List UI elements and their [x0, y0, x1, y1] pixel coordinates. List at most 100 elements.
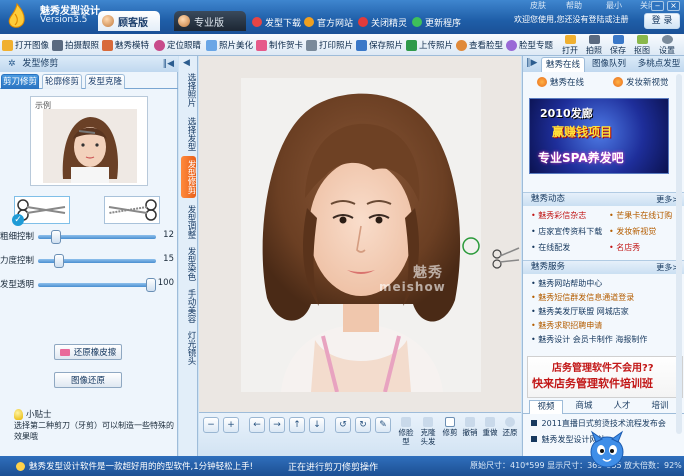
skin-link[interactable]: 皮肤	[530, 0, 546, 11]
redo-button[interactable]: 重做	[479, 417, 501, 437]
subtab-hair-clone[interactable]: 发型克隆	[85, 74, 125, 89]
tab-customer-edition[interactable]: 顾客版	[98, 11, 160, 31]
news-item[interactable]: • 在线配发	[531, 242, 570, 253]
rtab-online[interactable]: 魅秀在线	[541, 57, 585, 72]
close-icon[interactable]: ×	[667, 1, 680, 11]
transparency-slider[interactable]: 发型透明 100	[0, 278, 178, 292]
view-face-shape-button[interactable]: 查看脸型	[456, 37, 503, 53]
vtab-hair-dye[interactable]: 发型染色	[181, 244, 196, 284]
news-item[interactable]: • 魅秀彩信杂志	[531, 210, 586, 221]
vtab-light-lens[interactable]: 灯光镜头	[181, 328, 196, 368]
vtab-select-hairstyle[interactable]: 选择发型	[181, 114, 196, 154]
subtab-bar: 剪刀修剪 轮廓修剪 发型克隆	[0, 73, 178, 89]
news-item[interactable]: • 名店秀	[609, 242, 640, 253]
watermark-cn: 魅秀	[413, 265, 443, 281]
collapse-left-icon[interactable]: ◀	[183, 58, 190, 68]
arrow-right-icon[interactable]: →	[269, 417, 285, 433]
vtab-select-photo[interactable]: 选择照片	[181, 70, 196, 110]
restore-image-button[interactable]: 图像还原	[54, 372, 122, 388]
service-item[interactable]: • 魅秀网站帮助中心	[531, 278, 602, 289]
brush-icon[interactable]: ✎	[375, 417, 391, 433]
help-link[interactable]: 帮助	[566, 0, 582, 11]
zoom-in-icon[interactable]: +	[223, 417, 239, 433]
upload-photo-button[interactable]: 上传照片	[406, 37, 453, 53]
face-tool-icon	[401, 417, 411, 427]
collapse-panel-icon[interactable]: ‖◀	[163, 56, 174, 72]
open-image-button[interactable]: 打开图像	[2, 37, 49, 53]
ad-banner-spa[interactable]: 2010发廊 赢赚钱项目 专业SPA养发吧	[529, 98, 669, 174]
model-button[interactable]: 魅秀模特	[102, 37, 149, 53]
right-scrollbar[interactable]	[676, 74, 682, 434]
btab-talent[interactable]: 人才	[605, 400, 639, 414]
btab-mall[interactable]: 商城	[567, 400, 601, 414]
reset-button[interactable]: 还原	[499, 417, 521, 437]
minimize-button[interactable]: ‒	[651, 1, 664, 11]
link-official-site[interactable]: 官方网站	[304, 14, 353, 30]
face-topic-button[interactable]: 脸型专题	[506, 37, 553, 53]
restore-eraser-label: 还原橡皮擦	[73, 348, 117, 358]
btab-training[interactable]: 培训	[643, 400, 677, 414]
ad2-line-1: 店务管理软件不会用??	[552, 363, 654, 374]
clone-hair-button[interactable]: 克隆头发	[417, 417, 439, 446]
vtab-hair-adjust[interactable]: 发型调整	[181, 202, 196, 242]
zoom-out-icon[interactable]: −	[203, 417, 219, 433]
make-card-button[interactable]: 制作贺卡	[256, 37, 303, 53]
print-photo-button[interactable]: 打印照片	[306, 37, 353, 53]
strength-slider[interactable]: 力度控制 15	[0, 254, 178, 268]
bullet-icon	[531, 420, 537, 426]
rotate-left-icon[interactable]: ↺	[335, 417, 351, 433]
cutout-big-button[interactable]: 抠图	[630, 35, 654, 55]
arrow-left-icon[interactable]: ←	[249, 417, 265, 433]
bottom-news-item[interactable]: 2011直播日式剪烫技术流程发布会	[531, 418, 666, 429]
rotate-right-icon[interactable]: ↻	[355, 417, 371, 433]
camera-big-button[interactable]: 拍照	[582, 35, 606, 55]
sample-photo	[43, 109, 137, 183]
service-item[interactable]: • 魅秀求职招聘申请	[531, 320, 602, 331]
news-item[interactable]: • 发妆新视觉	[609, 226, 656, 237]
undo-button[interactable]: 撤销	[459, 417, 481, 437]
mascot-sprite-icon[interactable]	[588, 430, 626, 470]
vtab-manual-beauty[interactable]: 手动美容	[181, 286, 196, 326]
link-update-program[interactable]: 更新程序	[412, 14, 461, 30]
save-photo-button[interactable]: 保存照片	[356, 37, 403, 53]
service-item[interactable]: • 魅秀设计 会员卡制作 海报制作	[531, 334, 647, 345]
service-item[interactable]: • 魅秀美发厅联盟 网城店家	[531, 306, 629, 317]
minimize-link[interactable]: 最小	[606, 0, 622, 11]
tab-professional-edition[interactable]: 专业版	[174, 11, 246, 31]
trim-tool-button[interactable]: 修剪	[439, 417, 461, 437]
subtab-outline-trim[interactable]: 轮廓修剪	[42, 74, 82, 89]
transparency-track[interactable]	[38, 283, 156, 287]
online-link-new-vision[interactable]: 发妆新视觉	[613, 76, 669, 88]
thickness-thumb[interactable]	[50, 230, 61, 244]
ad-banner-software-training[interactable]: 店务管理软件不会用?? 快来店务管理软件培训班	[527, 356, 683, 398]
take-photo-button[interactable]: 拍摄靓照	[52, 37, 99, 53]
arrow-down-icon[interactable]: ↓	[309, 417, 325, 433]
face-tool-button[interactable]: 修脸型	[395, 417, 417, 446]
news-item[interactable]: • 芒果卡在线订购	[609, 210, 672, 221]
settings-big-button[interactable]: 设置	[655, 35, 679, 55]
subtab-scissor-trim[interactable]: 剪刀修剪	[1, 74, 39, 89]
strength-thumb[interactable]	[54, 254, 65, 268]
restore-eraser-button[interactable]: 还原橡皮擦	[54, 344, 122, 360]
news-item[interactable]: • 店家宣传资料下载	[531, 226, 602, 237]
online-link-meishow[interactable]: 魅秀在线	[537, 76, 584, 88]
photo-canvas[interactable]: 魅秀 meishow	[199, 56, 521, 412]
collapse-right-icon[interactable]: ‖▶	[526, 58, 537, 68]
rtab-image-queue[interactable]: 图像队列	[589, 57, 629, 72]
rtab-multi-hairstyle[interactable]: 多桃点发型	[633, 57, 684, 72]
arrow-up-icon[interactable]: ↑	[289, 417, 305, 433]
link-close-sprite[interactable]: 关闭精灵	[358, 14, 407, 30]
beautify-button[interactable]: 照片美化	[206, 37, 253, 53]
thickness-slider[interactable]: 粗细控制 12	[0, 230, 178, 244]
transparency-thumb[interactable]	[146, 278, 156, 292]
btab-video[interactable]: 视频	[529, 400, 563, 414]
locate-eyes-button[interactable]: 定位眼睛	[154, 37, 201, 53]
save-big-button[interactable]: 保存	[606, 35, 630, 55]
edited-photo[interactable]	[241, 78, 481, 392]
login-button[interactable]: 登 录	[644, 13, 680, 29]
scissor-thinning-option[interactable]	[104, 196, 160, 224]
link-hairstyle-download[interactable]: 发型下载	[252, 14, 301, 30]
open-big-button[interactable]: 打开	[558, 35, 582, 55]
service-item[interactable]: • 魅秀短信群发信息通道登录	[531, 292, 634, 303]
vtab-hair-trim[interactable]: 发型修剪	[181, 156, 196, 198]
